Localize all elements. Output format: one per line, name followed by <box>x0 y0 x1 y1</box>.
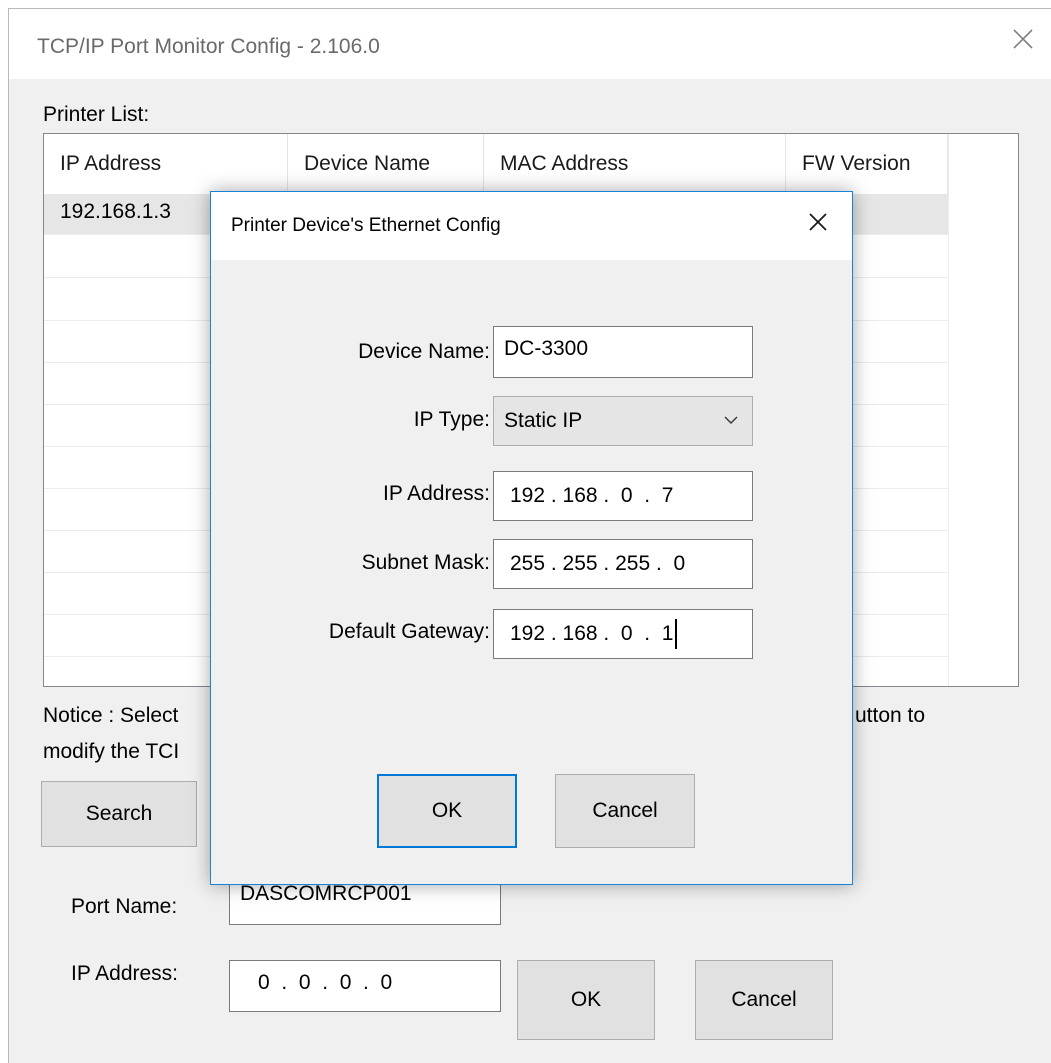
column-header-fw-version[interactable]: FW Version <box>786 134 948 194</box>
subnet-mask-field[interactable]: 255 . 255 . 255 . 0 <box>493 539 753 589</box>
column-header-device-name[interactable]: Device Name <box>288 134 484 194</box>
ip-address-field[interactable]: 192 . 168 . 0 . 7 <box>493 471 753 521</box>
title-bar: TCP/IP Port Monitor Config - 2.106.0 <box>9 9 1051 79</box>
dialog-title-bar: Printer Device's Ethernet Config <box>211 192 852 260</box>
cancel-button[interactable]: Cancel <box>695 960 833 1040</box>
port-ip-label: IP Address: <box>71 962 179 985</box>
dialog-title: Printer Device's Ethernet Config <box>231 215 501 236</box>
dialog-cancel-button[interactable]: Cancel <box>555 774 695 848</box>
ethernet-config-dialog: Printer Device's Ethernet Config Device … <box>210 191 853 885</box>
text-cursor <box>675 619 678 649</box>
port-name-label: Port Name: <box>71 895 178 918</box>
notice-text-start: Notice : Select <box>43 704 179 727</box>
ok-button[interactable]: OK <box>517 960 655 1040</box>
notice-text-end: utton to <box>855 704 926 727</box>
dialog-ok-button[interactable]: OK <box>377 774 517 848</box>
column-header-mac-address[interactable]: MAC Address <box>484 134 786 194</box>
ip-type-select[interactable]: Static IP <box>493 396 753 446</box>
device-name-label: Device Name: <box>358 340 490 363</box>
chevron-down-icon <box>724 416 738 424</box>
ip-type-label: IP Type: <box>413 408 490 431</box>
default-gateway-label: Default Gateway: <box>328 620 490 643</box>
ip-address-label: IP Address: <box>382 482 490 505</box>
notice-text-line2: modify the TCI <box>43 740 180 763</box>
default-gateway-field[interactable]: 192 . 168 . 0 . 1 <box>493 609 753 659</box>
subnet-mask-label: Subnet Mask: <box>361 551 490 574</box>
row-ip-address: 192.168.1.3 <box>60 200 171 223</box>
search-button[interactable]: Search <box>41 781 197 847</box>
window-title: TCP/IP Port Monitor Config - 2.106.0 <box>37 35 380 58</box>
port-ip-address-field[interactable]: 0 . 0 . 0 . 0 <box>229 960 501 1012</box>
close-icon[interactable] <box>806 210 830 234</box>
printer-list-label: Printer List: <box>43 103 150 126</box>
device-name-field[interactable]: DC-3300 <box>493 326 753 378</box>
grid-line <box>948 134 949 686</box>
column-header-ip-address[interactable]: IP Address <box>44 134 288 194</box>
close-icon[interactable] <box>1011 27 1035 51</box>
